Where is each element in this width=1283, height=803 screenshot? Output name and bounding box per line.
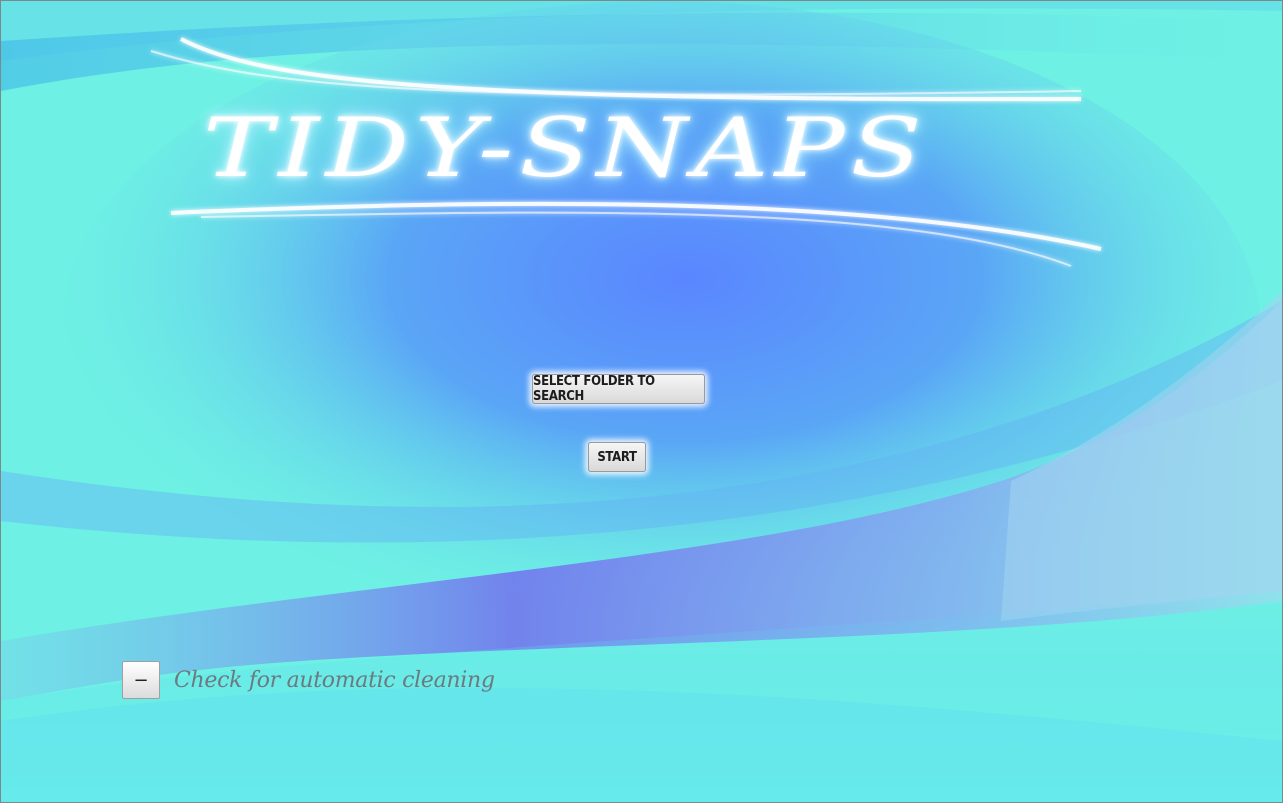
select-folder-button[interactable]: SELECT FOLDER TO SEARCH [532, 374, 705, 404]
logo-text: TIDY-SNAPS [203, 100, 928, 196]
auto-clean-option: − Check for automatic cleaning [122, 660, 495, 700]
auto-clean-checkbox[interactable]: − [122, 661, 160, 699]
auto-clean-label: Check for automatic cleaning [174, 667, 495, 693]
app-logo: TIDY-SNAPS [141, 21, 1121, 281]
app-window: TIDY-SNAPS SELECT FOLDER TO SEARCH START… [0, 0, 1283, 803]
start-button[interactable]: START [588, 442, 646, 472]
